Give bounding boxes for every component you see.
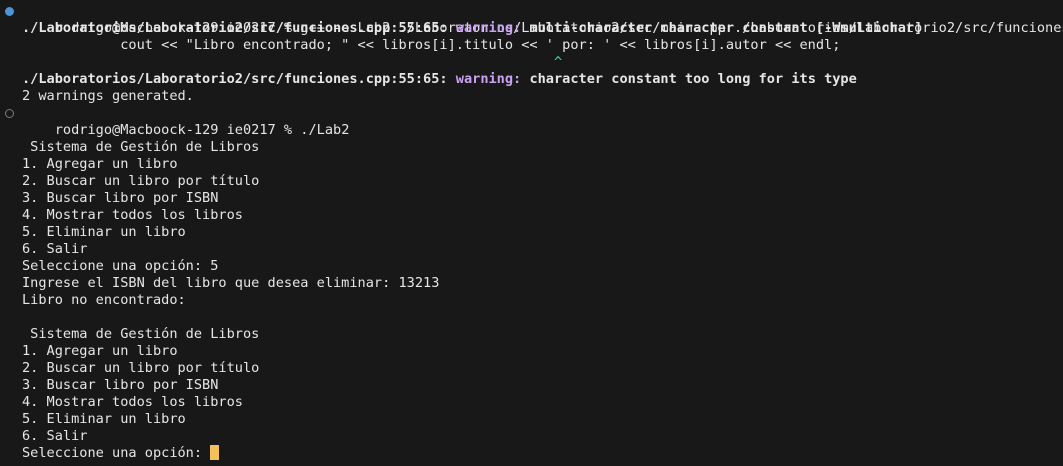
menu-item: 3. Buscar libro por ISBN	[22, 190, 219, 206]
menu-item: 5. Eliminar un libro	[22, 411, 186, 427]
menu-item: 2. Buscar un libro por título	[22, 173, 260, 189]
warning-source-line: cout << "Libro encontrado; " << libros[i…	[22, 37, 841, 53]
current-input-line[interactable]: Seleccione una opción:	[0, 445, 1063, 462]
menu-item: 6. Salir	[22, 241, 88, 257]
menu-title: Sistema de Gestión de Libros	[22, 326, 260, 342]
warning-caret-line: ^	[22, 54, 563, 70]
menu-item: 1. Agregar un libro	[22, 343, 178, 359]
command-line-run: rodrigo@Macboock-129 ie0217 % ./Lab2	[0, 105, 1063, 138]
compiler-warning-2: ./Laboratorios/Laboratorio2/src/funcione…	[0, 71, 1063, 88]
option-prompt-answered: Seleccione una opción: 5	[22, 258, 219, 274]
menu-item: 3. Buscar libro por ISBN	[22, 377, 219, 393]
warning-location: ./Laboratorios/Laboratorio2/src/funcione…	[22, 20, 456, 36]
warning-message: character constant too long for its type	[529, 71, 857, 87]
isbn-prompt: Ingrese el ISBN del libro que desea elim…	[22, 275, 440, 291]
warning-label: warning:	[455, 71, 530, 87]
warning-label: warning:	[455, 20, 530, 36]
option-prompt: Seleccione una opción:	[22, 445, 211, 461]
terminal-window[interactable]: { "terminal": { "cmd1": { "prompt": "rod…	[0, 0, 1063, 466]
warning-message: multi-character character constant [-Wmu…	[529, 20, 923, 36]
compiler-warning-1: ./Laboratorios/Laboratorio2/src/funcione…	[0, 20, 1063, 37]
warnings-summary: 2 warnings generated.	[22, 88, 194, 104]
menu-item: 2. Buscar un libro por título	[22, 360, 260, 376]
warning-location: ./Laboratorios/Laboratorio2/src/funcione…	[22, 71, 456, 87]
menu-item: 6. Salir	[22, 428, 88, 444]
menu-title: Sistema de Gestión de Libros	[22, 139, 260, 155]
text-cursor[interactable]	[210, 445, 220, 460]
not-found-message: Libro no encontrado:	[22, 292, 186, 308]
command-status-running-icon[interactable]	[5, 109, 14, 118]
menu-item: 4. Mostrar todos los libros	[22, 394, 243, 410]
command-status-success-icon[interactable]	[5, 7, 14, 16]
command-line-compile: rodrigo@Macboock-129 ie0217 % g++ -o Lab…	[0, 3, 1063, 36]
menu-item: 4. Mostrar todos los libros	[22, 207, 243, 223]
menu-item: 5. Eliminar un libro	[22, 224, 186, 240]
terminal-output: rodrigo@Macboock-129 ie0217 % g++ -o Lab…	[0, 3, 1063, 462]
menu-item: 1. Agregar un libro	[22, 156, 178, 172]
